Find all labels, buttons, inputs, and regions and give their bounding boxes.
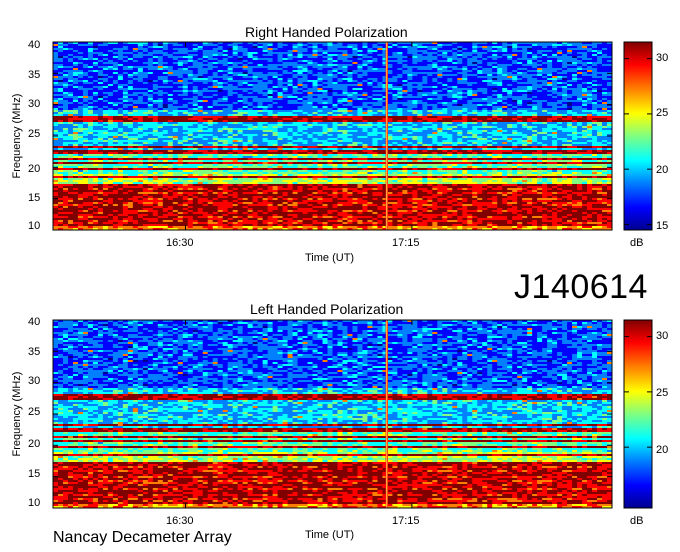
spectrogram-right [52, 41, 613, 231]
